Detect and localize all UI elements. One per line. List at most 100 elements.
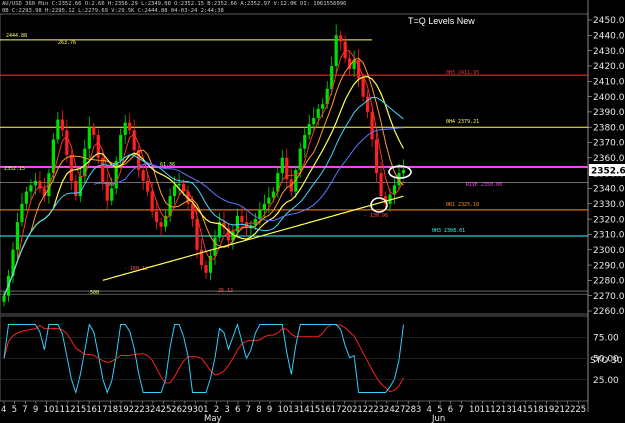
candle-body — [253, 219, 257, 226]
time-tick-label: 10 — [44, 405, 55, 415]
annotation-label: 61.36 — [160, 162, 175, 168]
candle-body — [321, 104, 325, 109]
time-tick-label: 15 — [309, 405, 320, 415]
indicator-tick-label: 25.00 — [593, 376, 619, 386]
price-tick-label: 2430.00 — [593, 47, 625, 57]
time-tick-label: 9 — [267, 405, 272, 415]
price-tick-label: 2320.00 — [593, 215, 625, 225]
time-tick-label: 19 — [543, 405, 554, 415]
price-tick-label: 2440.00 — [593, 32, 625, 42]
annotation-label: 263.76 — [58, 40, 76, 46]
price-chart[interactable]: 0H3 2411.95 0H4 2379.21 RIVE 2350.00 0R1 23… — [0, 0, 625, 423]
indicator-title: T=Q Levels New — [408, 16, 475, 26]
ma-long-yellow-line — [102, 195, 404, 281]
price-tick-label: 2300.00 — [593, 246, 625, 256]
time-tick-label: 24 — [150, 405, 161, 415]
price-tick-label: 2380.00 — [593, 123, 625, 133]
price-tick-label: 2310.00 — [593, 231, 625, 241]
time-tick-label: 30 — [192, 405, 203, 415]
price-tick-label: 2270.00 — [593, 292, 625, 302]
time-tick-label: 27 — [395, 405, 406, 415]
time-tick-label: 14 — [512, 405, 523, 415]
time-tick-label: 21 — [352, 405, 363, 415]
time-tick-label: 7 — [246, 405, 251, 415]
price-tick-label: 2390.00 — [593, 108, 625, 118]
time-tick-label: 23 — [139, 405, 150, 415]
candle-body — [60, 119, 64, 131]
candle-body — [271, 191, 275, 198]
candle-body — [159, 222, 163, 227]
candle-body — [132, 130, 136, 151]
candle-body — [370, 111, 374, 140]
time-tick-label: 6 — [448, 405, 453, 415]
price-tick-label: 2290.00 — [593, 261, 625, 271]
candle-body — [316, 108, 320, 119]
time-tick-label: 19 — [118, 405, 129, 415]
time-tick-label: 29 — [182, 405, 193, 415]
time-tick-label: 10 — [278, 405, 289, 415]
price-axis[interactable]: 2450.00 2440.00 2430.00 2420.00 2410.00 2400.… — [0, 16, 625, 386]
indicator-tick-label: 75.00 — [593, 333, 619, 343]
candle-body — [267, 197, 271, 204]
time-tick-label: 13 — [288, 405, 299, 415]
candle-body — [2, 295, 6, 302]
price-tick-label: 2260.00 — [593, 307, 625, 317]
time-tick-label: 17 — [97, 405, 108, 415]
time-tick-label: 17 — [331, 405, 342, 415]
time-tick-label: 9 — [33, 405, 38, 415]
candle-body — [280, 157, 284, 174]
candle-body — [146, 180, 150, 192]
candle-body — [190, 203, 195, 220]
time-tick-label: 13 — [501, 405, 512, 415]
candle-body — [361, 78, 365, 97]
candle-body — [262, 203, 266, 210]
price-tick-label: 2280.00 — [593, 277, 625, 287]
time-tick-label: 10 — [469, 405, 480, 415]
candle-body — [87, 127, 91, 149]
time-tick-label: 18 — [107, 405, 118, 415]
price-tick-label: 2340.00 — [593, 185, 625, 195]
time-tick-label: 15 — [75, 405, 86, 415]
candle-body — [334, 35, 338, 66]
stochastic-slow-line — [3, 324, 404, 393]
time-tick-label: 24 — [384, 405, 395, 415]
candle-body — [303, 134, 307, 149]
annotation-label: - 25.12 — [212, 288, 233, 294]
ma-blue-line — [93, 127, 404, 221]
time-tick-label: 22 — [363, 405, 374, 415]
price-tick-label: 2370.00 — [593, 139, 625, 149]
level-label: RIVE 2350.00 — [466, 182, 502, 188]
candle-body — [240, 216, 244, 223]
level-label: 0H3 2308.01 — [432, 228, 465, 234]
level-label: 2444.88 — [6, 33, 27, 39]
candle-body — [105, 182, 109, 201]
annotation-label: 500 — [90, 290, 99, 296]
candle-body — [374, 139, 379, 174]
time-tick-label: 28 — [405, 405, 416, 415]
level-label: 0R1 2325.10 — [446, 202, 479, 208]
time-tick-label: 23 — [373, 405, 384, 415]
ma-orange-line — [3, 57, 404, 296]
candle-body — [51, 139, 55, 174]
candle-body — [195, 219, 199, 250]
time-tick-label: 15 — [522, 405, 533, 415]
current-price-label: 2352.66 — [591, 167, 625, 177]
time-tick-label: 3 — [416, 405, 421, 415]
candle-body — [401, 170, 406, 174]
candle-body — [141, 170, 145, 181]
candle-body — [15, 222, 20, 250]
stochastic-label: STO 30 — [590, 356, 623, 366]
time-tick-label: 21 — [554, 405, 565, 415]
candle-body — [366, 96, 370, 112]
candle-body — [298, 148, 302, 171]
time-tick-label: 8 — [256, 405, 261, 415]
candle-body — [339, 35, 343, 42]
candles-layer — [2, 24, 406, 307]
candle-body — [101, 157, 105, 183]
price-tick-label: 2360.00 — [593, 154, 625, 164]
time-tick-label: 16 — [86, 405, 97, 415]
time-tick-label: 5 — [12, 405, 17, 415]
level-label: 0H3 2411.95 — [446, 70, 479, 76]
time-axis[interactable]: 4 5 7 9 10 11 12 15 16 17 18 19 22 23 24 25 26 29 30 1 2 3 6 7 8… — [1, 401, 586, 423]
time-tick-label: 25 — [161, 405, 172, 415]
